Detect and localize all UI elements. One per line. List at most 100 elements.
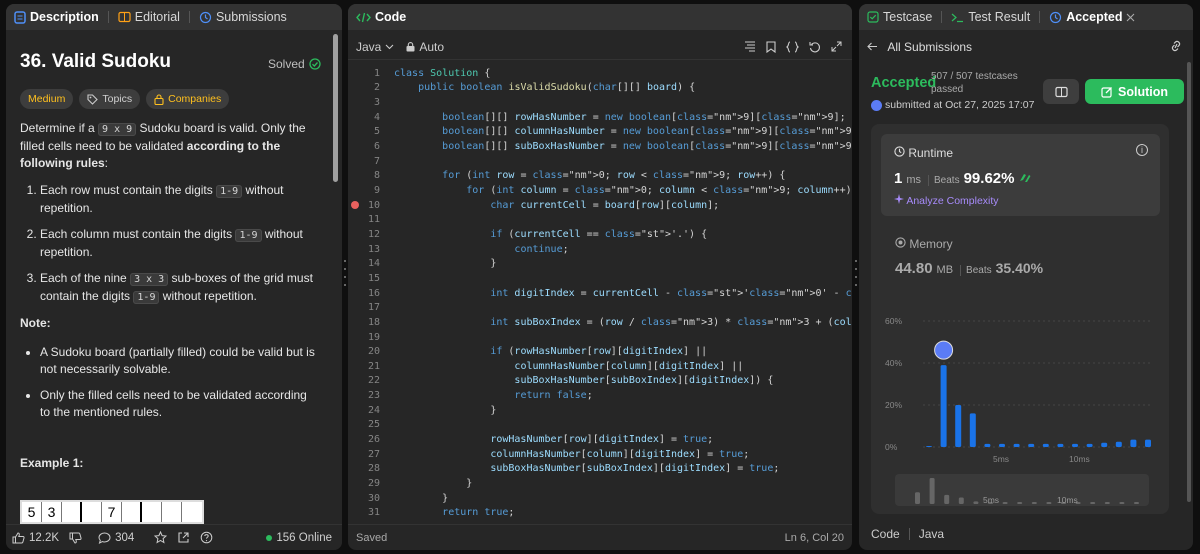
sudoku-board-image: 5 3 7: [20, 500, 204, 524]
tab-divider: [1039, 11, 1041, 23]
companies-pill[interactable]: Companies: [146, 89, 230, 109]
example-label: Example 1:: [20, 456, 84, 470]
format-icon[interactable]: [744, 41, 756, 53]
link-icon[interactable]: [1169, 40, 1183, 52]
code-line[interactable]: 23 return false;: [348, 388, 852, 403]
code-line[interactable]: 29 }: [348, 476, 852, 491]
code-line[interactable]: 22 subBoxHasNumber[subBoxIndex][digitInd…: [348, 374, 852, 389]
code-line[interactable]: 25: [348, 418, 852, 433]
code-line[interactable]: 1 class Solution {: [348, 66, 852, 81]
problem-title[interactable]: 36. Valid Sudoku: [20, 51, 171, 73]
line-number: 27: [367, 448, 380, 460]
breakpoint-dot[interactable]: [351, 200, 359, 209]
tab-description[interactable]: Description: [14, 10, 99, 24]
expand-icon[interactable]: [831, 41, 842, 53]
code-line[interactable]: 2 public boolean isValidSudoku(char[][] …: [348, 81, 852, 96]
star-icon[interactable]: [154, 531, 168, 544]
user-avatar-marker: [934, 340, 954, 360]
code-line[interactable]: 31 return true;: [348, 506, 852, 521]
resize-handle[interactable]: [854, 260, 858, 286]
line-number: 26: [367, 434, 380, 446]
line-number: 20: [367, 346, 380, 358]
divider: [908, 528, 910, 540]
avatar[interactable]: [871, 99, 882, 111]
code-line[interactable]: 27 columnHasNumber[column][digitIndex] =…: [348, 447, 852, 462]
code-line[interactable]: 10 char currentCell = board[row][column]…: [348, 198, 852, 213]
terminal-icon: [951, 12, 964, 23]
result-scrollbar[interactable]: [1187, 62, 1191, 502]
tab-editorial[interactable]: Editorial: [118, 10, 180, 24]
auto-mode[interactable]: Auto: [406, 40, 444, 54]
code-line[interactable]: 9 for (int column = class="nm">0; column…: [348, 183, 852, 198]
board-cell: [162, 502, 182, 522]
code-line[interactable]: 16 int digitIndex = currentCell - class=…: [348, 286, 852, 301]
comments-button[interactable]: 304: [98, 532, 134, 544]
tab-testcase[interactable]: Testcase: [867, 10, 932, 24]
tab-code[interactable]: Code: [356, 10, 406, 24]
code-editor[interactable]: 1 class Solution {2 public boolean isVali…: [348, 62, 852, 524]
thumbs-down-icon[interactable]: [69, 532, 82, 544]
x-tick-label: 10ms: [1069, 454, 1090, 464]
book-icon: [1054, 86, 1068, 98]
result-panel: Testcase Test Result Accepted All Submis…: [859, 4, 1193, 550]
topics-pill[interactable]: Topics: [79, 89, 141, 109]
back-label: All Submissions: [887, 40, 973, 54]
text: Each column must contain the digits: [40, 227, 236, 241]
help-icon[interactable]: [200, 531, 213, 544]
code-line[interactable]: 14 }: [348, 256, 852, 271]
minimap-bar: [1134, 502, 1139, 505]
code-line[interactable]: 28 subBoxHasNumber[subBoxIndex][digitInd…: [348, 462, 852, 477]
board-cell: [122, 502, 142, 522]
reset-icon[interactable]: [809, 41, 821, 53]
code-label: Code: [871, 527, 900, 541]
description-panel: Description Editorial Submissions 36. Va…: [6, 4, 342, 550]
code-line[interactable]: 24 }: [348, 403, 852, 418]
chart-bar: [999, 443, 1005, 447]
lock-icon: [154, 93, 164, 105]
bookmark-icon[interactable]: [766, 40, 776, 53]
code-line[interactable]: 19: [348, 330, 852, 345]
description-scrollbar[interactable]: [333, 34, 338, 182]
code-line[interactable]: 4 boolean[][] rowHasNumber = new boolean…: [348, 110, 852, 125]
code-text: int subBoxIndex = (row / class="nm">3) *…: [490, 316, 852, 328]
minimap-bar: [1119, 502, 1125, 505]
code-line[interactable]: 13 continue;: [348, 242, 852, 257]
language-select[interactable]: Java: [356, 40, 394, 54]
code-line[interactable]: 17: [348, 300, 852, 315]
testcases-count: 507 / 507 testcases: [931, 71, 1018, 82]
close-icon[interactable]: [1126, 13, 1135, 22]
code-line[interactable]: 20 if (rowHasNumber[row][digitIndex] ||: [348, 344, 852, 359]
share-icon[interactable]: [177, 531, 190, 544]
tab-accepted[interactable]: Accepted: [1049, 10, 1135, 24]
code-line[interactable]: 18 int subBoxIndex = (row / class="nm">3…: [348, 315, 852, 330]
braces-icon[interactable]: [786, 40, 799, 53]
tab-test-result[interactable]: Test Result: [951, 10, 1030, 24]
tab-submissions[interactable]: Submissions: [199, 10, 287, 24]
code-line[interactable]: 26 rowHasNumber[row][digitIndex] = true;: [348, 432, 852, 447]
chart-bar: [1057, 443, 1064, 447]
code-tabbar: Code: [348, 4, 852, 30]
code-line[interactable]: 21 columnHasNumber[column][digitIndex] |…: [348, 359, 852, 374]
line-number: 21: [367, 360, 380, 372]
code-line[interactable]: 7: [348, 154, 852, 169]
code-line[interactable]: 15: [348, 271, 852, 286]
minimap-tick-label: 5ms: [983, 495, 999, 505]
description-footer: 12.2K 304 156 Online: [6, 524, 342, 550]
like-button[interactable]: 12.2K: [12, 532, 59, 544]
resize-handle[interactable]: [343, 260, 347, 286]
editorial-button[interactable]: [1043, 79, 1079, 104]
comment-icon: [98, 531, 111, 544]
testcases-passed: passed: [931, 84, 964, 95]
code-line[interactable]: 3: [348, 95, 852, 110]
y-tick-label: 20%: [885, 400, 902, 410]
code-line[interactable]: 8 for (int row = class="nm">0; row < cla…: [348, 169, 852, 184]
line-number: 24: [367, 404, 380, 416]
code-line[interactable]: 11: [348, 213, 852, 228]
difficulty-pill[interactable]: Medium: [20, 89, 74, 109]
code-line[interactable]: 12 if (currentCell == class="st">'.') {: [348, 227, 852, 242]
all-submissions-link[interactable]: All Submissions: [867, 40, 972, 54]
code-line[interactable]: 30 }: [348, 491, 852, 506]
solution-button[interactable]: Solution: [1085, 79, 1184, 104]
code-line[interactable]: 6 boolean[][] subBoxHasNumber = new bool…: [348, 139, 852, 154]
code-line[interactable]: 5 boolean[][] columnHasNumber = new bool…: [348, 125, 852, 140]
